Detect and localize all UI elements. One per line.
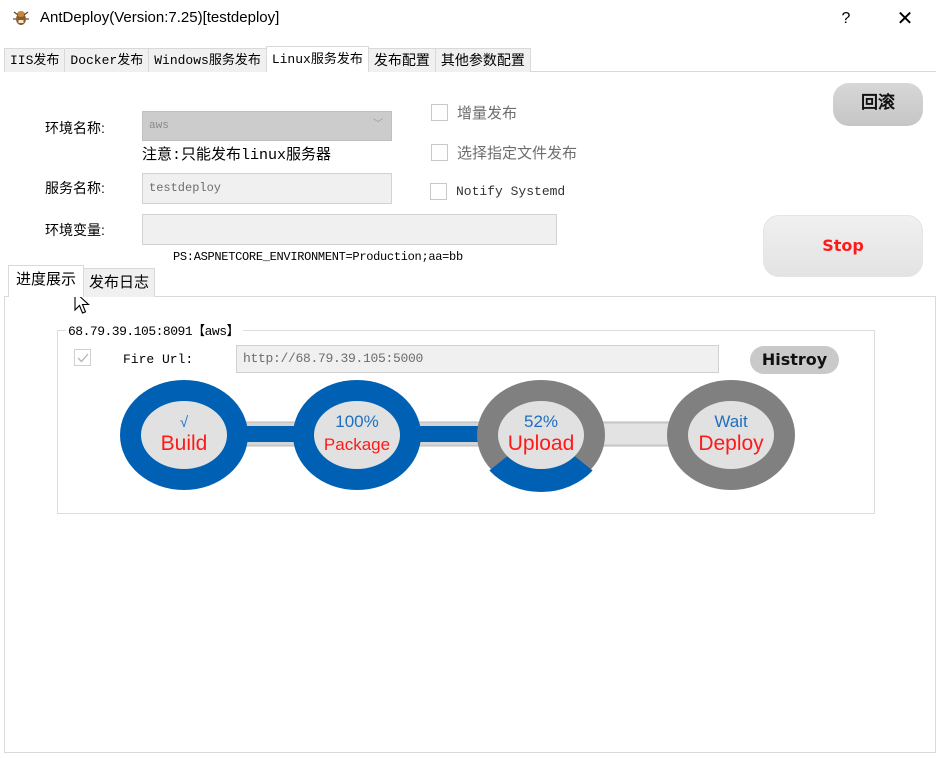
tab-deploy-log[interactable]: 发布日志: [83, 268, 156, 297]
step-name-text: Upload: [508, 432, 575, 455]
tab-deploy-config[interactable]: 发布配置: [367, 48, 436, 72]
step-status-text: √: [180, 414, 189, 431]
service-name-input[interactable]: testdeploy: [142, 173, 392, 204]
fire-url-input[interactable]: http://68.79.39.105:5000: [236, 345, 719, 373]
incremental-deploy-label: 增量发布: [457, 105, 518, 122]
step-status-text: 52%: [524, 412, 558, 431]
select-files-deploy-label: 选择指定文件发布: [457, 145, 578, 162]
server-group-title: 68.79.39.105:8091【aws】: [66, 320, 244, 339]
main-tabs: IIS发布 Docker发布 Windows服务发布 Linux服务发布 发布配…: [4, 46, 531, 72]
notify-systemd-checkbox[interactable]: Notify Systemd: [430, 183, 565, 200]
env-name-select[interactable]: aws ﹀: [142, 111, 392, 141]
connector-fill: [415, 426, 483, 442]
connector-fill: [242, 426, 299, 442]
step-name-text: Build: [161, 432, 208, 455]
tab-progress-display[interactable]: 进度展示: [8, 265, 85, 297]
history-button[interactable]: Histroy: [750, 346, 839, 374]
env-var-input[interactable]: [142, 214, 557, 245]
window-title: AntDeploy(Version:7.25)[testdeploy]: [40, 9, 280, 26]
checkbox-box[interactable]: [431, 144, 448, 161]
rollback-button[interactable]: 回滚: [833, 83, 923, 126]
env-var-hint: PS:ASPNETCORE_ENVIRONMENT=Production;aa=…: [173, 250, 463, 264]
fire-url-label: Fire Url:: [123, 352, 194, 367]
checkbox-box[interactable]: [431, 104, 448, 121]
chevron-down-icon: ﹀: [373, 120, 383, 131]
notify-systemd-label: Notify Systemd: [456, 184, 566, 199]
tab-linux-service-deploy[interactable]: Linux服务发布: [265, 46, 369, 72]
tab-other-params-config[interactable]: 其他参数配置: [434, 48, 531, 72]
tab-iis-deploy[interactable]: IIS发布: [4, 48, 66, 72]
env-name-value: aws: [149, 120, 169, 132]
stop-button[interactable]: Stop: [763, 215, 923, 277]
connector-empty: [600, 424, 672, 444]
env-var-label: 环境变量:: [45, 222, 105, 238]
fire-url-checkbox[interactable]: [74, 349, 91, 366]
tab-docker-deploy[interactable]: Docker发布: [64, 48, 150, 72]
step-status-text: Wait: [714, 412, 748, 431]
checkmark-icon: [77, 353, 89, 363]
ant-app-icon: [13, 11, 29, 25]
select-files-deploy-checkbox[interactable]: 选择指定文件发布: [431, 142, 577, 163]
help-button[interactable]: ?: [832, 6, 860, 32]
title-bar: AntDeploy(Version:7.25)[testdeploy] ? ✕: [0, 0, 940, 38]
env-note: 注意:只能发布linux服务器: [142, 147, 332, 164]
close-button[interactable]: ✕: [890, 6, 920, 32]
step-status-text: 100%: [335, 412, 378, 431]
service-name-label: 服务名称:: [45, 180, 105, 196]
step-name-text: Deploy: [698, 432, 764, 455]
sub-tabs: 进度展示 发布日志: [8, 265, 156, 297]
checkbox-box[interactable]: [430, 183, 447, 200]
step-name-text: Package: [324, 435, 390, 454]
tab-windows-service-deploy[interactable]: Windows服务发布: [148, 48, 267, 72]
incremental-deploy-checkbox[interactable]: 增量发布: [431, 102, 517, 123]
env-name-label: 环境名称:: [45, 120, 105, 136]
